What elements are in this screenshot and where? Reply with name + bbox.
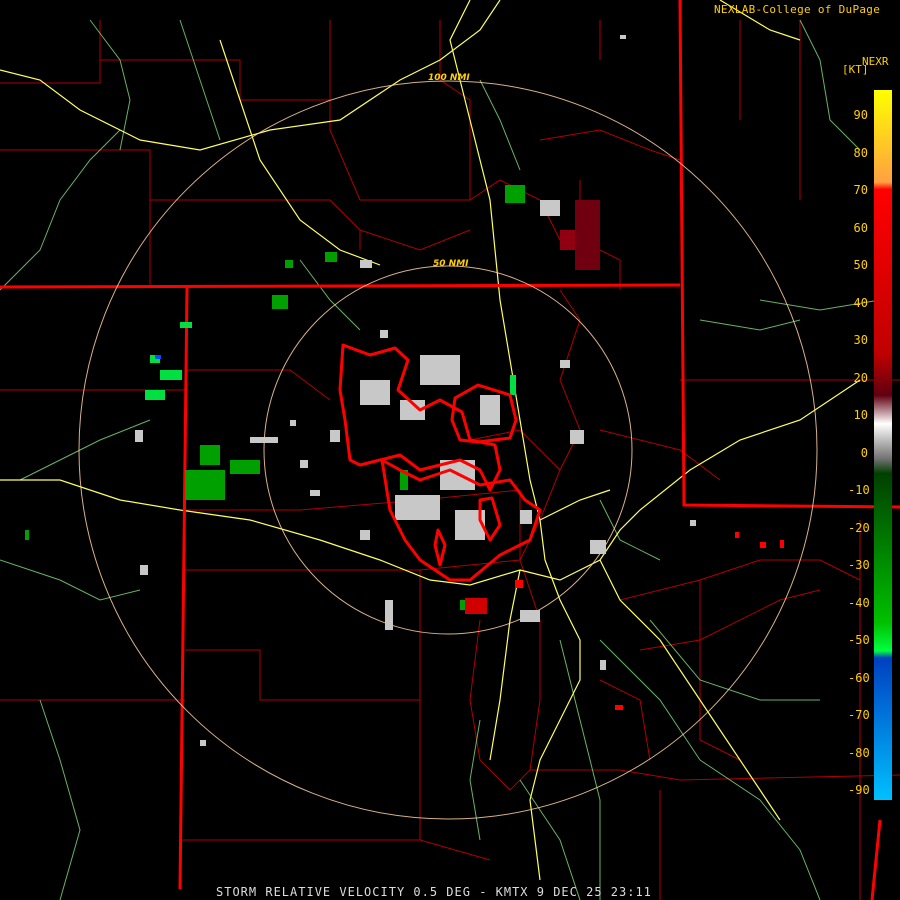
state-borders bbox=[0, 0, 900, 900]
highways bbox=[0, 0, 861, 881]
scale-tick: -10 bbox=[848, 483, 870, 497]
scale-tick: 40 bbox=[853, 295, 868, 310]
radar-returns-bright-green bbox=[145, 322, 516, 400]
scale-tick: 90 bbox=[853, 108, 868, 122]
radar-returns-blue bbox=[155, 355, 161, 359]
product-footer: STORM RELATIVE VELOCITY 0.5 DEG - KMTX 9… bbox=[216, 885, 652, 899]
scale-tick: -60 bbox=[848, 670, 870, 685]
scale-tick: 30 bbox=[853, 333, 868, 347]
scale-tick: 60 bbox=[853, 220, 868, 235]
radar-returns-green bbox=[25, 185, 525, 610]
ring-label-100: 100 NMI bbox=[428, 73, 470, 83]
credit-label: NEXLAB-College of DuPage bbox=[714, 3, 881, 16]
radar-map bbox=[0, 0, 900, 900]
scale-tick: -50 bbox=[848, 633, 870, 647]
scale-tick: 50 bbox=[853, 258, 868, 272]
velocity-color-scale bbox=[874, 90, 892, 800]
scale-tick: 80 bbox=[853, 145, 868, 160]
scale-tick: 70 bbox=[853, 183, 868, 197]
radar-returns-grey bbox=[135, 35, 696, 746]
scale-tick: 0 bbox=[860, 445, 868, 460]
scale-tick: -20 bbox=[848, 520, 870, 535]
scale-tick: 20 bbox=[853, 370, 868, 385]
scale-tick: -80 bbox=[848, 745, 870, 760]
scale-tick: 10 bbox=[853, 408, 868, 422]
radar-returns-red bbox=[465, 200, 784, 710]
scale-tick: -90 bbox=[848, 783, 870, 797]
scale-tick: -70 bbox=[848, 708, 870, 722]
scale-tick: -30 bbox=[848, 558, 870, 572]
units-label: [KT] bbox=[842, 63, 869, 76]
ring-label-50: 50 NMI bbox=[433, 259, 469, 269]
range-rings bbox=[78, 80, 818, 820]
scale-tick: -40 bbox=[848, 595, 870, 610]
